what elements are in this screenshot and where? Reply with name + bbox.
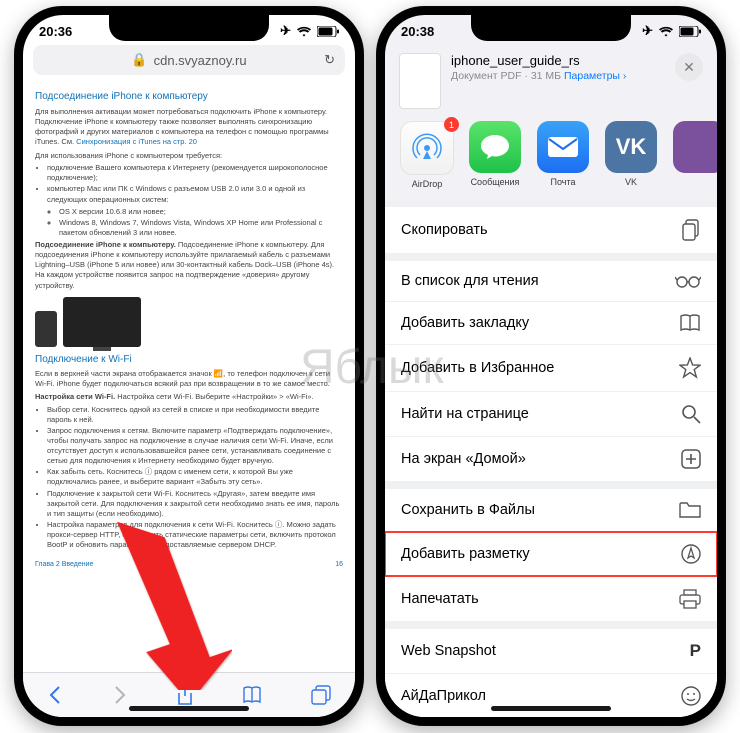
airplane-icon: ✈: [642, 23, 653, 39]
glasses-icon: [675, 274, 701, 288]
wifi-icon: [659, 26, 673, 37]
action-folder[interactable]: Сохранить в Файлы: [385, 489, 717, 531]
device-illustration: [35, 297, 343, 347]
actions-list: Скопировать В список для чтения Добавить з…: [385, 201, 717, 717]
status-icons: ✈: [642, 23, 701, 39]
airplane-icon: ✈: [280, 23, 291, 39]
action-label: В список для чтения: [401, 273, 539, 289]
reload-icon[interactable]: ↻: [324, 52, 335, 68]
action-label: Web Snapshot: [401, 643, 496, 659]
heading-2: Подключение к Wi-Fi: [35, 353, 343, 367]
action-label: АйДаПрикол: [401, 688, 486, 704]
action-search[interactable]: Найти на странице: [385, 392, 717, 436]
viber-icon: [673, 121, 717, 173]
home-indicator[interactable]: [129, 706, 249, 711]
book-icon: [679, 314, 701, 332]
share-apps-row[interactable]: 1 AirDrop Сообщения Почта VK VK: [385, 117, 717, 201]
action-glasses[interactable]: В список для чтения: [385, 261, 717, 301]
P-icon: P: [690, 641, 701, 661]
home-indicator[interactable]: [491, 706, 611, 711]
document-title: iphone_user_guide_rs: [451, 53, 665, 68]
action-label: Добавить закладку: [401, 315, 529, 331]
wifi-icon: [297, 26, 311, 37]
copy-icon: [681, 219, 701, 241]
share-sheet-header: iphone_user_guide_rs Документ PDF · 31 М…: [385, 41, 717, 117]
forward-button: [112, 686, 128, 704]
action-markup[interactable]: Добавить разметку: [385, 532, 717, 576]
back-button[interactable]: [47, 686, 63, 704]
tabs-button[interactable]: [311, 685, 331, 705]
status-time: 20:36: [39, 24, 72, 39]
mail-icon: [537, 121, 589, 173]
plusbox-icon: [681, 449, 701, 469]
lock-icon: 🔒: [131, 52, 147, 68]
airdrop-badge: 1: [444, 117, 459, 132]
markup-icon: [681, 544, 701, 564]
app-messages[interactable]: Сообщения: [467, 121, 523, 189]
action-label: Скопировать: [401, 222, 488, 238]
vk-icon: VK: [605, 121, 657, 173]
action-copy[interactable]: Скопировать: [385, 207, 717, 253]
action-label: Найти на странице: [401, 406, 529, 422]
action-plusbox[interactable]: На экран «Домой»: [385, 437, 717, 481]
battery-icon: [317, 26, 339, 37]
folder-icon: [679, 501, 701, 519]
messages-icon: [469, 121, 521, 173]
bookmarks-button[interactable]: [242, 686, 262, 704]
action-P[interactable]: Web Snapshot P: [385, 629, 717, 673]
search-icon: [681, 404, 701, 424]
options-link[interactable]: Параметры: [564, 70, 620, 82]
action-label: На экран «Домой»: [401, 451, 526, 467]
url-text: cdn.svyaznoy.ru: [154, 53, 247, 68]
app-more[interactable]: [671, 121, 717, 189]
action-book[interactable]: Добавить закладку: [385, 302, 717, 344]
app-airdrop[interactable]: 1 AirDrop: [399, 121, 455, 189]
status-icons: ✈: [280, 23, 339, 39]
heading-1: Подсоединение iPhone к компьютеру: [35, 90, 343, 104]
action-label: Напечатать: [401, 591, 479, 607]
close-button[interactable]: ✕: [675, 53, 703, 81]
app-vk[interactable]: VK VK: [603, 121, 659, 189]
status-time: 20:38: [401, 24, 434, 39]
notch: [471, 15, 631, 41]
document-thumbnail: [399, 53, 441, 109]
watermark-text: Яблык: [300, 340, 444, 395]
app-mail[interactable]: Почта: [535, 121, 591, 189]
action-print[interactable]: Напечатать: [385, 577, 717, 621]
action-label: Добавить разметку: [401, 546, 530, 562]
battery-icon: [679, 26, 701, 37]
action-label: Сохранить в Файлы: [401, 502, 535, 518]
print-icon: [679, 589, 701, 609]
share-button[interactable]: [176, 684, 194, 706]
star-icon: [679, 357, 701, 379]
smile-icon: [681, 686, 701, 706]
notch: [109, 15, 269, 41]
address-bar[interactable]: 🔒 cdn.svyaznoy.ru ↻: [33, 45, 345, 75]
